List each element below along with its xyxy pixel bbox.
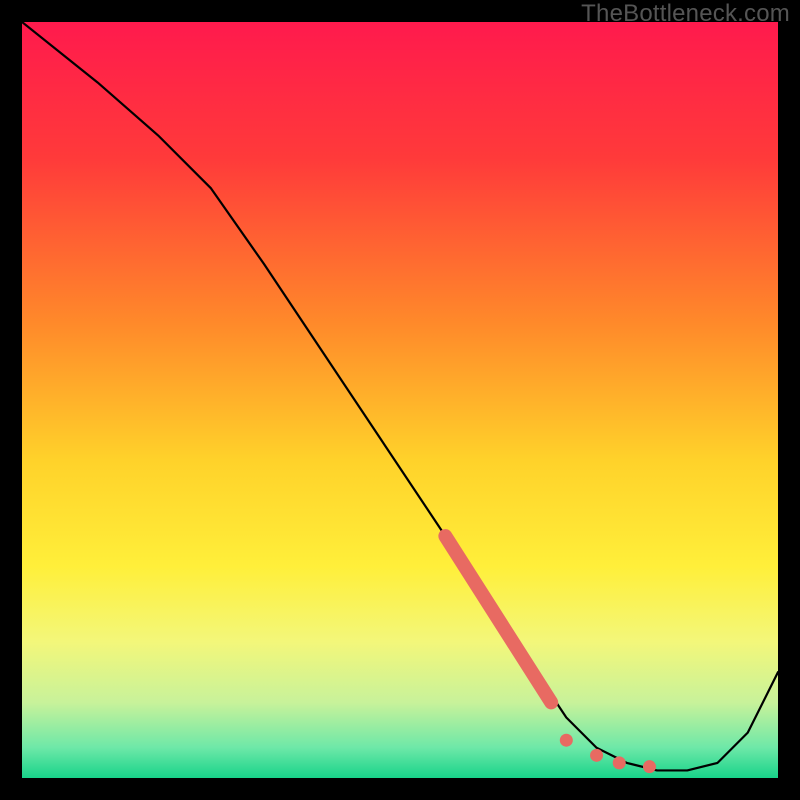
highlight-dot (560, 734, 573, 747)
highlight-dot (590, 749, 603, 762)
highlight-dot (613, 756, 626, 769)
highlight-dot (643, 760, 656, 773)
plot-area (22, 22, 778, 778)
watermark-text: TheBottleneck.com (581, 0, 790, 28)
chart-svg (22, 22, 778, 778)
gradient-background (22, 22, 778, 778)
chart-stage: TheBottleneck.com (0, 0, 800, 800)
